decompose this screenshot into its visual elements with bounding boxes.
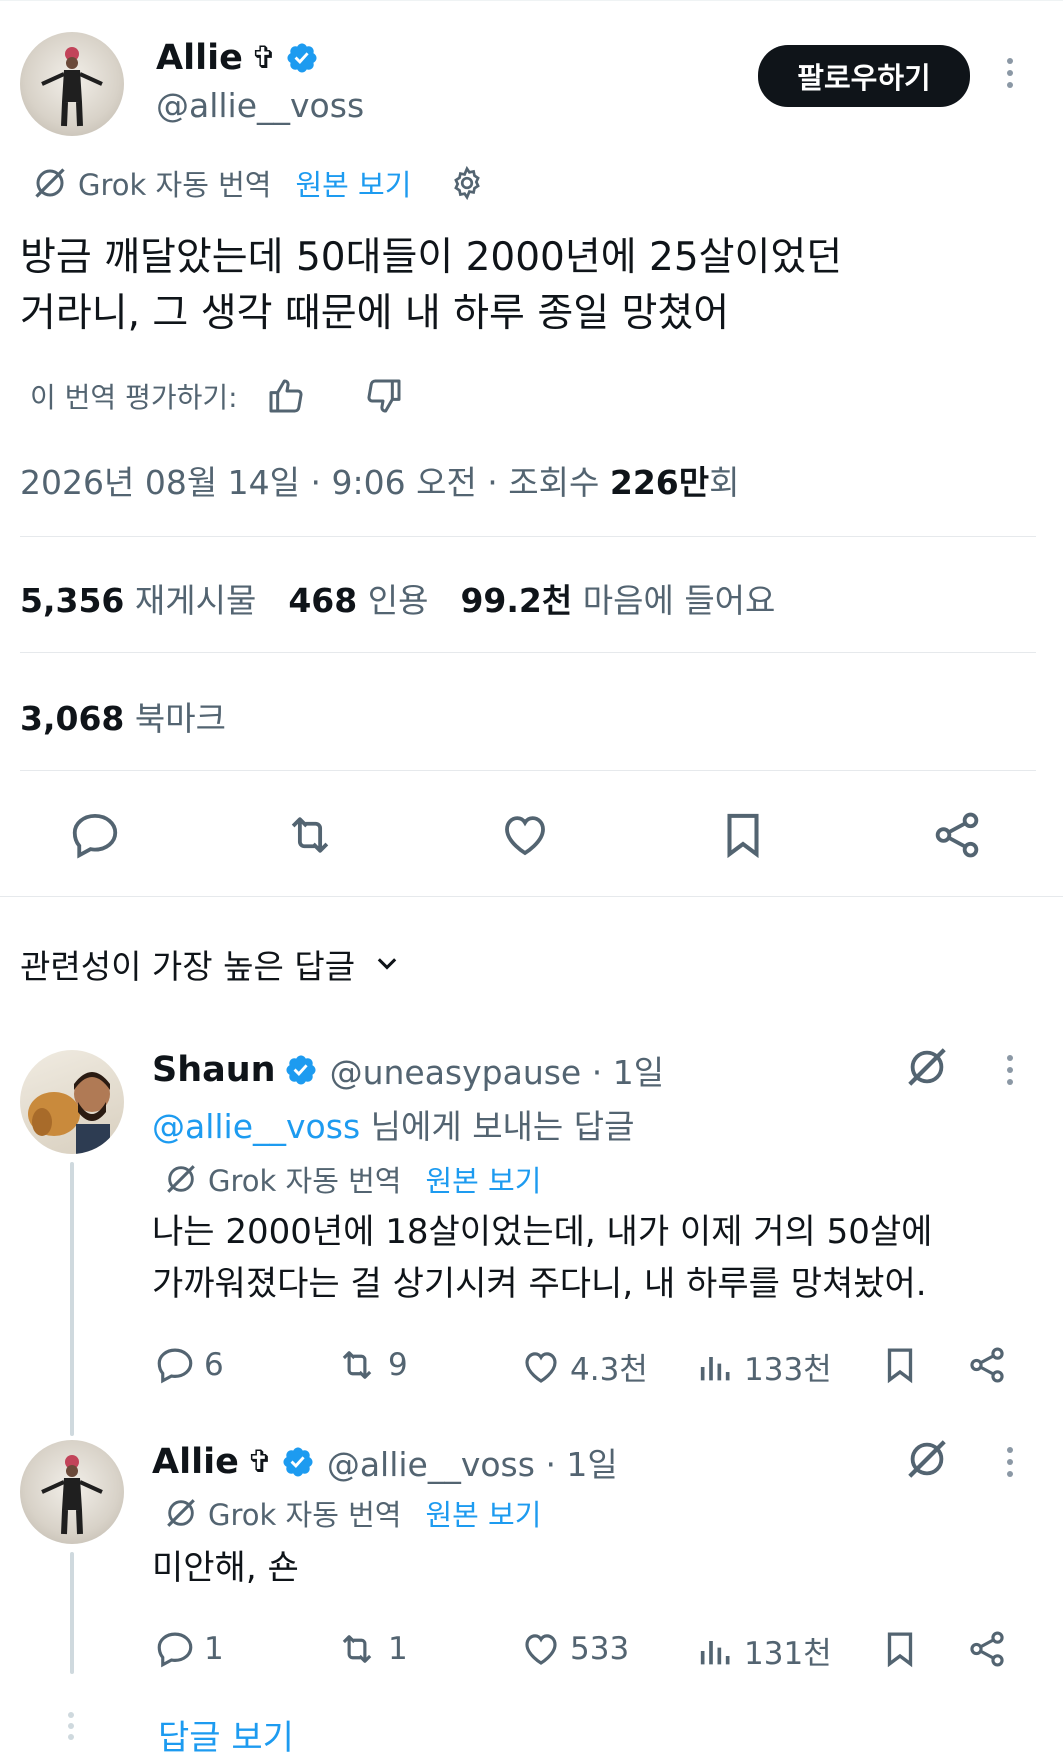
retweet-count: 9	[388, 1347, 408, 1383]
view-original-link[interactable]: 원본 보기	[425, 1492, 541, 1534]
reply-views-action[interactable]: 133천	[696, 1344, 832, 1389]
grok-translate-label: Grok 자동 번역	[208, 1164, 402, 1198]
reply-text-line-1: 나는 2000년에 18살이었는데, 내가 이제 거의 50살에	[152, 1212, 933, 1252]
grok-icon	[167, 1499, 195, 1527]
rate-translation-label: 이 번역 평가하기:	[30, 381, 238, 414]
grok-translate-label: Grok 자동 번역	[208, 1498, 402, 1532]
retweet-icon	[342, 1635, 372, 1663]
view-original-link[interactable]: 원본 보기	[295, 162, 411, 204]
views-count: 131천	[744, 1636, 832, 1672]
thread-continuation-dots	[68, 1712, 74, 1740]
more-options-icon[interactable]	[1007, 58, 1013, 88]
follow-button[interactable]: 팔로우하기	[758, 45, 970, 107]
grok-icon	[35, 168, 65, 198]
reply-views-action[interactable]: 131천	[696, 1628, 832, 1673]
grok-translate-label: Grok 자동 번역	[78, 168, 272, 202]
reply-retweet-action[interactable]: 1	[334, 1628, 408, 1670]
verified-badge-icon	[286, 1055, 316, 1085]
post-text-line-1: 방금 깨달았는데 50대들이 2000년에 25살이었던	[20, 235, 843, 280]
post-meta: 2026년 08월 14일 · 9:06 오전 · 조회수 226만회	[20, 456, 739, 504]
bookmark-icon[interactable]	[879, 1628, 921, 1670]
author-handle[interactable]: @allie__voss	[156, 86, 364, 125]
reply-author-symbol: ✞	[246, 1444, 273, 1480]
author-symbol: ✞	[250, 40, 277, 76]
replying-to-suffix: 님에게 보내는 답글	[360, 1107, 635, 1146]
reply-comment-action[interactable]: 1	[154, 1628, 224, 1670]
bookmarks-stat[interactable]: 3,068 북마크	[20, 699, 226, 738]
reply-more-options-icon[interactable]	[1007, 1055, 1013, 1085]
retweet-icon	[342, 1351, 372, 1379]
quotes-stat[interactable]: 468 인용	[288, 574, 428, 622]
reply-text-line-1: 미안해, 숀	[152, 1548, 299, 1588]
post-views-unit: 회	[709, 463, 740, 502]
replying-to-handle[interactable]: @allie__voss	[152, 1107, 360, 1146]
verified-badge-icon	[287, 43, 317, 73]
view-original-link[interactable]: 원본 보기	[425, 1158, 541, 1200]
verified-badge-icon	[283, 1447, 313, 1477]
reply-avatar-shaun[interactable]	[20, 1050, 124, 1154]
share-icon[interactable]	[930, 808, 984, 862]
reply-like-action[interactable]: 4.3천	[520, 1344, 648, 1389]
reply-more-options-icon[interactable]	[1007, 1447, 1013, 1477]
retweet-icon[interactable]	[282, 808, 338, 862]
author-avatar[interactable]	[20, 32, 124, 136]
views-count: 133천	[744, 1352, 832, 1388]
reply-retweet-action[interactable]: 9	[334, 1344, 408, 1386]
reply-like-action[interactable]: 533	[520, 1628, 629, 1670]
post-views-count: 226만	[609, 463, 710, 502]
comment-count: 1	[204, 1631, 224, 1667]
chevron-down-icon	[377, 958, 397, 970]
author-name[interactable]: Allie	[156, 38, 243, 78]
grok-icon	[167, 1165, 195, 1193]
like-heart-icon	[525, 1634, 557, 1665]
comment-count: 6	[204, 1347, 224, 1383]
reply-handle-time[interactable]: @uneasypause · 1일	[330, 1046, 664, 1094]
share-icon[interactable]	[966, 1344, 1008, 1386]
reply-icon	[157, 1348, 193, 1384]
thumbs-down-icon[interactable]	[364, 376, 404, 416]
like-count: 4.3천	[570, 1352, 648, 1388]
reply-author-name[interactable]: Allie	[152, 1442, 239, 1482]
analytics-bar-icon	[700, 1356, 730, 1380]
share-icon[interactable]	[966, 1628, 1008, 1670]
reposts-stat[interactable]: 5,356 재게시물	[20, 574, 256, 622]
bookmark-icon[interactable]	[879, 1344, 921, 1386]
analytics-bar-icon	[700, 1640, 730, 1664]
bookmark-icon[interactable]	[716, 808, 770, 862]
reply-comment-action[interactable]: 6	[154, 1344, 224, 1386]
reply-icon	[157, 1632, 193, 1668]
reply-handle-time[interactable]: @allie__voss · 1일	[327, 1438, 618, 1486]
grok-translate-icon[interactable]	[904, 1436, 950, 1482]
settings-gear-icon[interactable]	[449, 165, 485, 201]
post-date-time: 2026년 08월 14일 · 9:06 오전 · 조회수	[20, 463, 610, 502]
grok-translate-icon[interactable]	[904, 1044, 950, 1090]
retweet-count: 1	[388, 1631, 408, 1667]
like-heart-icon[interactable]	[498, 808, 552, 862]
reply-icon[interactable]	[68, 808, 122, 862]
like-heart-icon	[525, 1351, 557, 1383]
likes-stat[interactable]: 99.2천 마음에 들어요	[460, 574, 775, 622]
reply-text-line-2: 가까워졌다는 걸 상기시켜 주다니, 내 하루를 망쳐놨어.	[152, 1264, 927, 1304]
reply-avatar-allie[interactable]	[20, 1440, 124, 1544]
post-text-line-2: 거라니, 그 생각 때문에 내 하루 종일 망쳤어	[20, 291, 730, 336]
show-replies-link[interactable]: 답글 보기	[158, 1710, 294, 1756]
thumbs-up-icon[interactable]	[266, 376, 306, 416]
like-count: 533	[570, 1631, 630, 1667]
reply-sort-label: 관련성이 가장 높은 답글	[20, 947, 356, 986]
reply-sort-dropdown[interactable]: 관련성이 가장 높은 답글	[20, 940, 401, 988]
reply-author-name[interactable]: Shaun	[152, 1050, 276, 1090]
